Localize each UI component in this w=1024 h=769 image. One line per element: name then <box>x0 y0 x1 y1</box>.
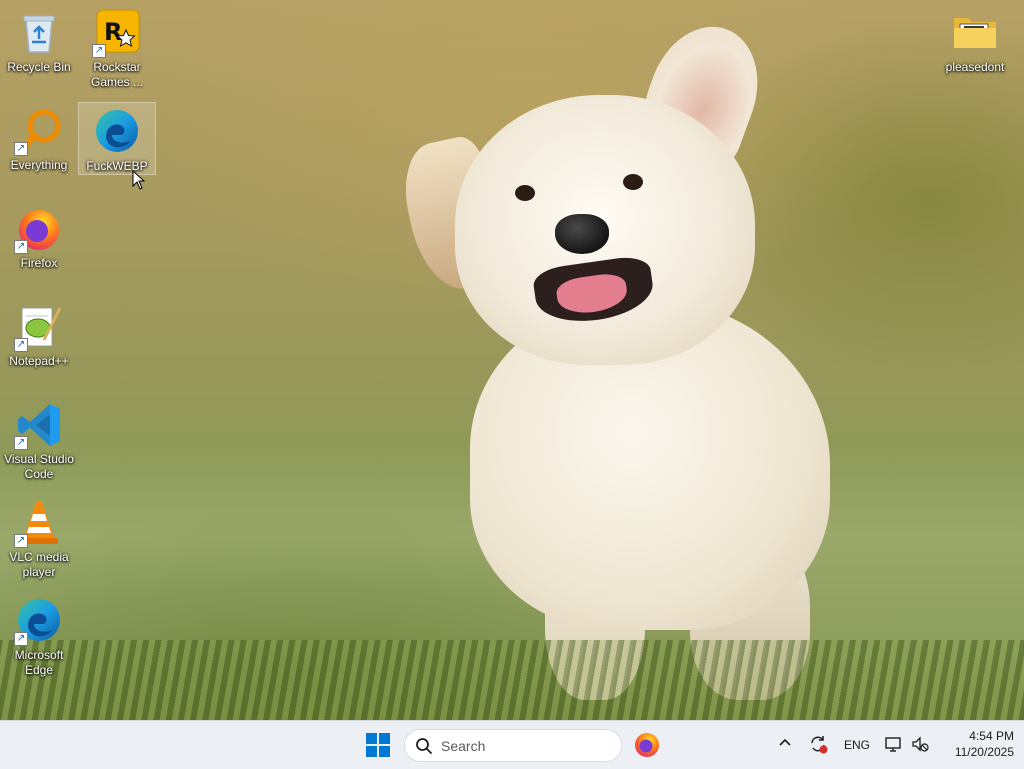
desktop-icon-everything[interactable]: ↗ Everything <box>1 102 77 173</box>
puppy-eye <box>515 185 535 201</box>
desktop-icon-label: Visual Studio Code <box>4 452 74 481</box>
search-placeholder: Search <box>441 737 486 754</box>
desktop-icon-label: Microsoft Edge <box>14 648 64 677</box>
firefox-icon: ↗ <box>14 204 64 254</box>
network-icon <box>885 737 901 752</box>
puppy-nose <box>555 214 609 254</box>
desktop-icon-label: Firefox <box>20 256 58 270</box>
taskbar: Search ENG 4:54 PM 11/20/2025 <box>0 720 1024 769</box>
tray-volume[interactable] <box>911 735 929 756</box>
desktop-icon-label: Rockstar Games ... <box>90 60 143 89</box>
tray-update-indicator[interactable] <box>808 734 828 757</box>
edge-icon: ↗ <box>14 596 64 646</box>
shortcut-arrow-icon: ↗ <box>14 240 28 254</box>
desktop-icon-label: Notepad++ <box>9 354 69 368</box>
desktop-icon-rockstar-games[interactable]: R ↗ Rockstar Games ... <box>79 4 155 90</box>
firefox-icon <box>635 733 659 757</box>
desktop-icon-fuckwebp[interactable]: FuckWEBP <box>78 102 156 175</box>
search-icon <box>416 737 432 754</box>
desktop-icon-label: pleasedont <box>945 60 1005 74</box>
volume-muted-icon <box>912 736 929 752</box>
chevron-up-icon <box>779 738 791 746</box>
desktop-icon-vscode[interactable]: ↗ Visual Studio Code <box>1 396 77 482</box>
desktop-icon-recycle-bin[interactable]: Recycle Bin <box>1 4 77 75</box>
notepad-plus-plus-icon: ↗ <box>14 302 64 352</box>
desktop-icon-label: Recycle Bin <box>7 60 71 74</box>
tray-network[interactable] <box>884 735 902 756</box>
desktop-icon-pleasedont-folder[interactable]: pleasedont <box>937 4 1013 75</box>
language-indicator[interactable]: ENG <box>844 738 870 752</box>
windows-start-icon <box>366 733 390 757</box>
desktop-icon-label: Everything <box>10 158 68 172</box>
shortcut-arrow-icon: ↗ <box>14 632 28 646</box>
desktop-icon-label: VLC media player <box>9 550 69 579</box>
tray-overflow-button[interactable] <box>777 735 793 754</box>
desktop-icon-notepad-plus-plus[interactable]: ↗ Notepad++ <box>1 298 77 369</box>
desktop-icon-vlc[interactable]: ↗ VLC media player <box>1 494 77 580</box>
sync-alert-icon <box>811 736 828 754</box>
svg-text:R: R <box>104 18 122 46</box>
mouse-cursor-icon <box>132 170 146 190</box>
taskbar-clock[interactable]: 4:54 PM 11/20/2025 <box>932 728 1014 760</box>
clock-time: 4:54 PM <box>969 729 1014 743</box>
grass <box>0 640 1024 720</box>
desktop-icon-firefox[interactable]: ↗ Firefox <box>1 200 77 271</box>
shortcut-arrow-icon: ↗ <box>92 44 106 58</box>
edge-icon <box>92 107 142 157</box>
folder-icon <box>950 8 1000 58</box>
vscode-icon: ↗ <box>14 400 64 450</box>
shortcut-arrow-icon: ↗ <box>14 142 28 156</box>
desktop-icon-microsoft-edge[interactable]: ↗ Microsoft Edge <box>1 592 77 678</box>
vlc-icon: ↗ <box>14 498 64 548</box>
shortcut-arrow-icon: ↗ <box>14 436 28 450</box>
clock-date: 11/20/2025 <box>954 745 1014 759</box>
rockstar-games-icon: R ↗ <box>92 8 142 58</box>
taskbar-search-box[interactable]: Search <box>404 729 622 762</box>
shortcut-arrow-icon: ↗ <box>14 534 28 548</box>
shortcut-arrow-icon: ↗ <box>14 338 28 352</box>
desktop[interactable]: Recycle Bin R ↗ Rockstar Games ... ↗ Eve… <box>0 0 1024 720</box>
taskbar-app-firefox[interactable] <box>633 731 661 759</box>
start-button[interactable] <box>364 731 392 759</box>
everything-search-icon: ↗ <box>14 106 64 156</box>
recycle-bin-icon <box>14 8 64 58</box>
puppy-eye <box>623 174 643 190</box>
